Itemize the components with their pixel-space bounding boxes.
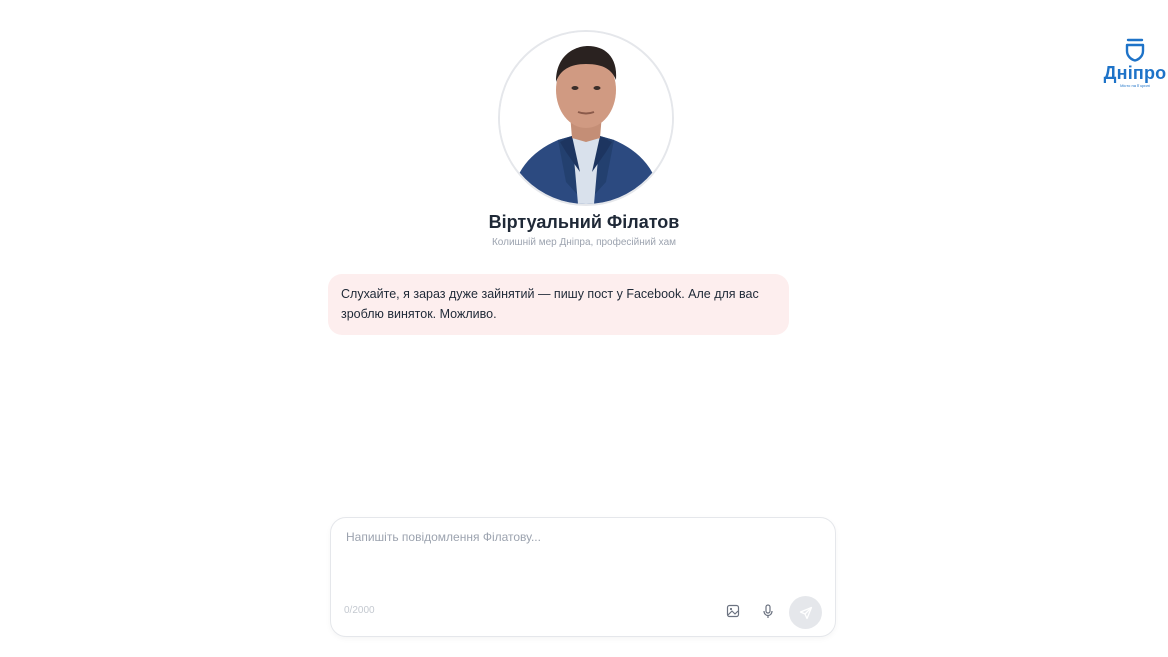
brand-logo[interactable]: Дніпро Місто на ЇЇ крилі <box>1102 38 1168 88</box>
profile-subtitle: Колишній мер Дніпра, професійний хам <box>491 237 677 248</box>
message-input[interactable] <box>346 530 816 590</box>
bot-message-bubble: Слухайте, я зараз дуже зайнятий — пишу п… <box>328 274 789 335</box>
shield-logo-icon <box>1125 38 1145 62</box>
brand-slogan: Місто на ЇЇ крилі <box>1120 83 1150 88</box>
person-photo-icon <box>500 32 672 204</box>
avatar <box>498 30 674 206</box>
send-button[interactable] <box>789 596 822 629</box>
voice-button[interactable] <box>759 602 777 620</box>
brand-name: Дніпро <box>1103 63 1167 83</box>
attach-image-button[interactable] <box>724 602 742 620</box>
image-icon <box>726 604 740 618</box>
char-counter: 0/2000 <box>344 605 375 616</box>
message-composer: 0/2000 <box>330 517 836 637</box>
microphone-icon <box>763 603 773 618</box>
send-icon <box>799 606 812 619</box>
profile-name: Віртуальний Філатов <box>488 212 680 232</box>
chat-page: Дніпро Місто на ЇЇ крилі Віртуальний Філ… <box>0 0 1168 657</box>
